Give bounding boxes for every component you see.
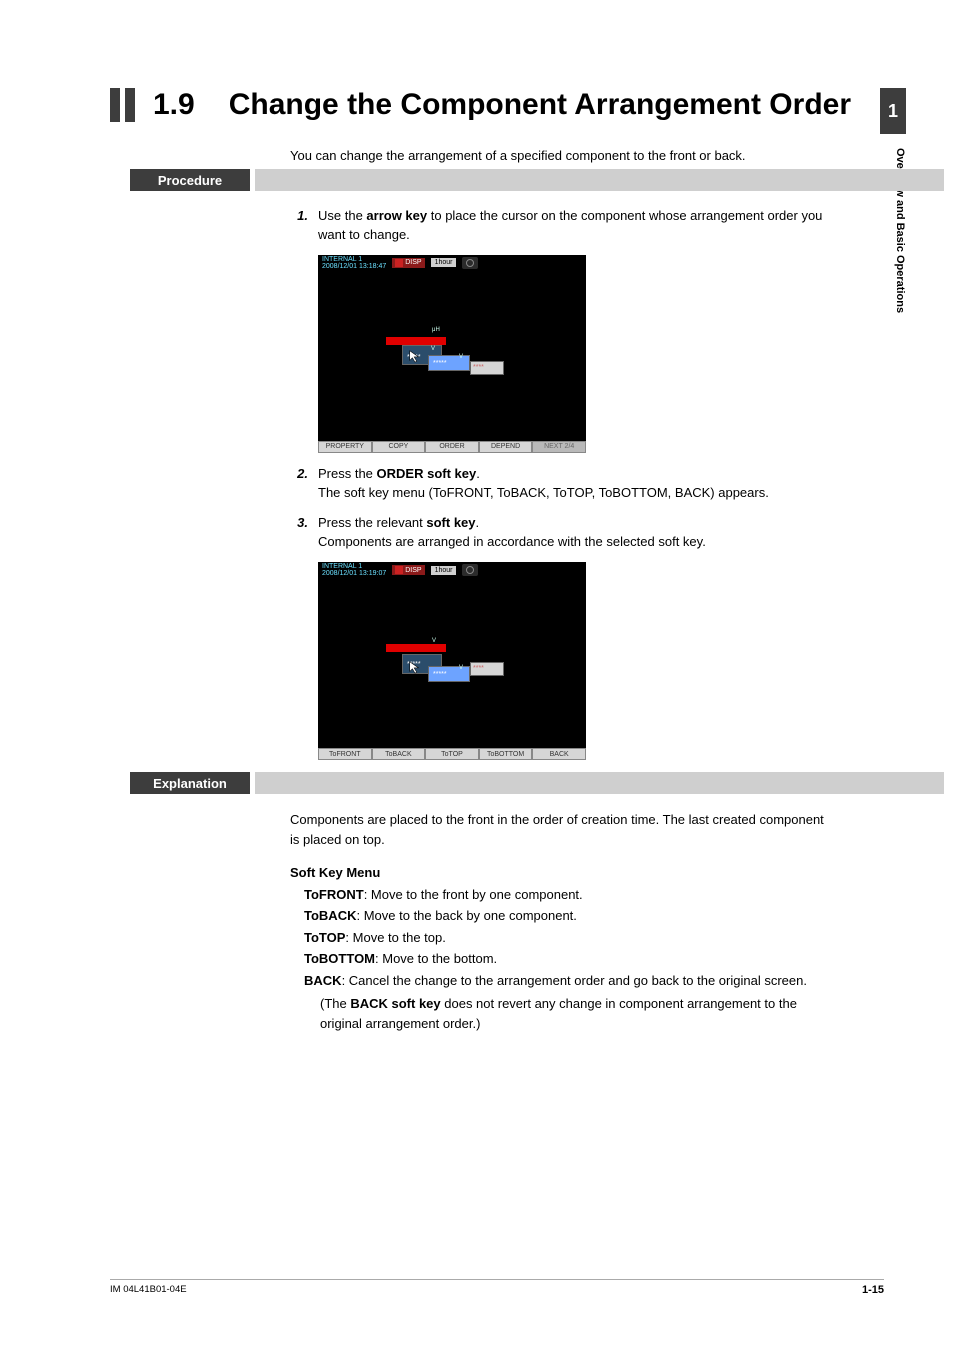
intro-text: You can change the arrangement of a spec… bbox=[290, 148, 824, 163]
disp-icon bbox=[395, 566, 403, 574]
camera-icon bbox=[462, 564, 478, 576]
step-number: 2. bbox=[290, 465, 318, 484]
step-subtext: The soft key menu (ToFRONT, ToBACK, ToTO… bbox=[318, 484, 824, 503]
back-note: (The BACK soft key does not revert any c… bbox=[320, 994, 824, 1033]
hour-badge: 1hour bbox=[431, 258, 457, 267]
softkey-back[interactable]: BACK bbox=[532, 748, 586, 760]
title-bar-decor bbox=[110, 88, 120, 122]
explanation-intro: Components are placed to the front in th… bbox=[290, 810, 824, 849]
step-text: Press the ORDER soft key. bbox=[318, 465, 824, 484]
page-title: Change the Component Arrangement Order bbox=[229, 88, 851, 122]
chapter-number: 1 bbox=[888, 101, 898, 122]
softkey-row: PROPERTY COPY ORDER DEPEND NEXT 2/4 bbox=[318, 441, 586, 453]
camera-icon bbox=[462, 257, 478, 269]
component-d: **** bbox=[470, 662, 504, 676]
heading-decor bbox=[255, 169, 944, 191]
doc-id: IM 04L41B01-04E bbox=[110, 1284, 187, 1296]
softkey-next[interactable]: NEXT 2/4 bbox=[532, 441, 586, 453]
cursor-icon bbox=[408, 349, 422, 363]
softkey-property[interactable]: PROPERTY bbox=[318, 441, 372, 453]
step-3: 3. Press the relevant soft key. Componen… bbox=[290, 514, 824, 760]
hour-badge: 1hour bbox=[431, 566, 457, 575]
menu-item-tobottom: ToBOTTOM: Move to the bottom. bbox=[304, 949, 824, 969]
component-d: **** bbox=[470, 361, 504, 375]
menu-item-back: BACK: Cancel the change to the arrangeme… bbox=[304, 971, 824, 991]
step-text: Use the arrow key to place the cursor on… bbox=[318, 207, 824, 245]
page-number: 1-15 bbox=[862, 1284, 884, 1296]
menu-item-totop: ToTOP: Move to the top. bbox=[304, 928, 824, 948]
step-number: 1. bbox=[290, 207, 318, 245]
component-a bbox=[386, 644, 446, 652]
component-a bbox=[386, 337, 446, 345]
softkey-order[interactable]: ORDER bbox=[425, 441, 479, 453]
title-bar-decor bbox=[125, 88, 135, 122]
softkey-copy[interactable]: COPY bbox=[372, 441, 426, 453]
heading-decor bbox=[255, 772, 944, 794]
page-footer: IM 04L41B01-04E 1-15 bbox=[110, 1279, 884, 1296]
step-2: 2. Press the ORDER soft key. The soft ke… bbox=[290, 465, 824, 503]
menu-item-tofront: ToFRONT: Move to the front by one compon… bbox=[304, 885, 824, 905]
screenshot-2: INTERNAL 12008/12/01 13:19:07 DISP 1hour… bbox=[318, 562, 824, 760]
menu-item-toback: ToBACK: Move to the back by one componen… bbox=[304, 906, 824, 926]
softkey-totop[interactable]: ToTOP bbox=[425, 748, 479, 760]
softkey-menu-heading: Soft Key Menu bbox=[290, 863, 824, 883]
page-title-block: 1.9 Change the Component Arrangement Ord… bbox=[110, 88, 884, 122]
step-subtext: Components are arranged in accordance wi… bbox=[318, 533, 824, 552]
component-c: *****V bbox=[428, 666, 470, 682]
procedure-heading: Procedure bbox=[130, 169, 250, 191]
softkey-tobottom[interactable]: ToBOTTOM bbox=[479, 748, 533, 760]
softkey-row: ToFRONT ToBACK ToTOP ToBOTTOM BACK bbox=[318, 748, 586, 760]
disp-icon bbox=[395, 259, 403, 267]
screen-title: INTERNAL 12008/12/01 13:19:07 bbox=[322, 563, 386, 577]
step-number: 3. bbox=[290, 514, 318, 533]
screenshot-1: INTERNAL 12008/12/01 13:18:47 DISP 1hour… bbox=[318, 255, 824, 453]
softkey-tofront[interactable]: ToFRONT bbox=[318, 748, 372, 760]
softkey-toback[interactable]: ToBACK bbox=[372, 748, 426, 760]
component-c: *****V bbox=[428, 355, 470, 371]
explanation-heading: Explanation bbox=[130, 772, 250, 794]
cursor-icon bbox=[408, 660, 422, 674]
disp-badge: DISP bbox=[392, 258, 424, 268]
unit-label: μH bbox=[432, 327, 440, 333]
chapter-tab: 1 bbox=[880, 88, 906, 134]
section-number: 1.9 bbox=[153, 88, 195, 122]
step-text: Press the relevant soft key. bbox=[318, 514, 824, 533]
softkey-depend[interactable]: DEPEND bbox=[479, 441, 533, 453]
screen-title: INTERNAL 12008/12/01 13:18:47 bbox=[322, 256, 386, 270]
step-1: 1. Use the arrow key to place the cursor… bbox=[290, 207, 824, 453]
disp-badge: DISP bbox=[392, 565, 424, 575]
